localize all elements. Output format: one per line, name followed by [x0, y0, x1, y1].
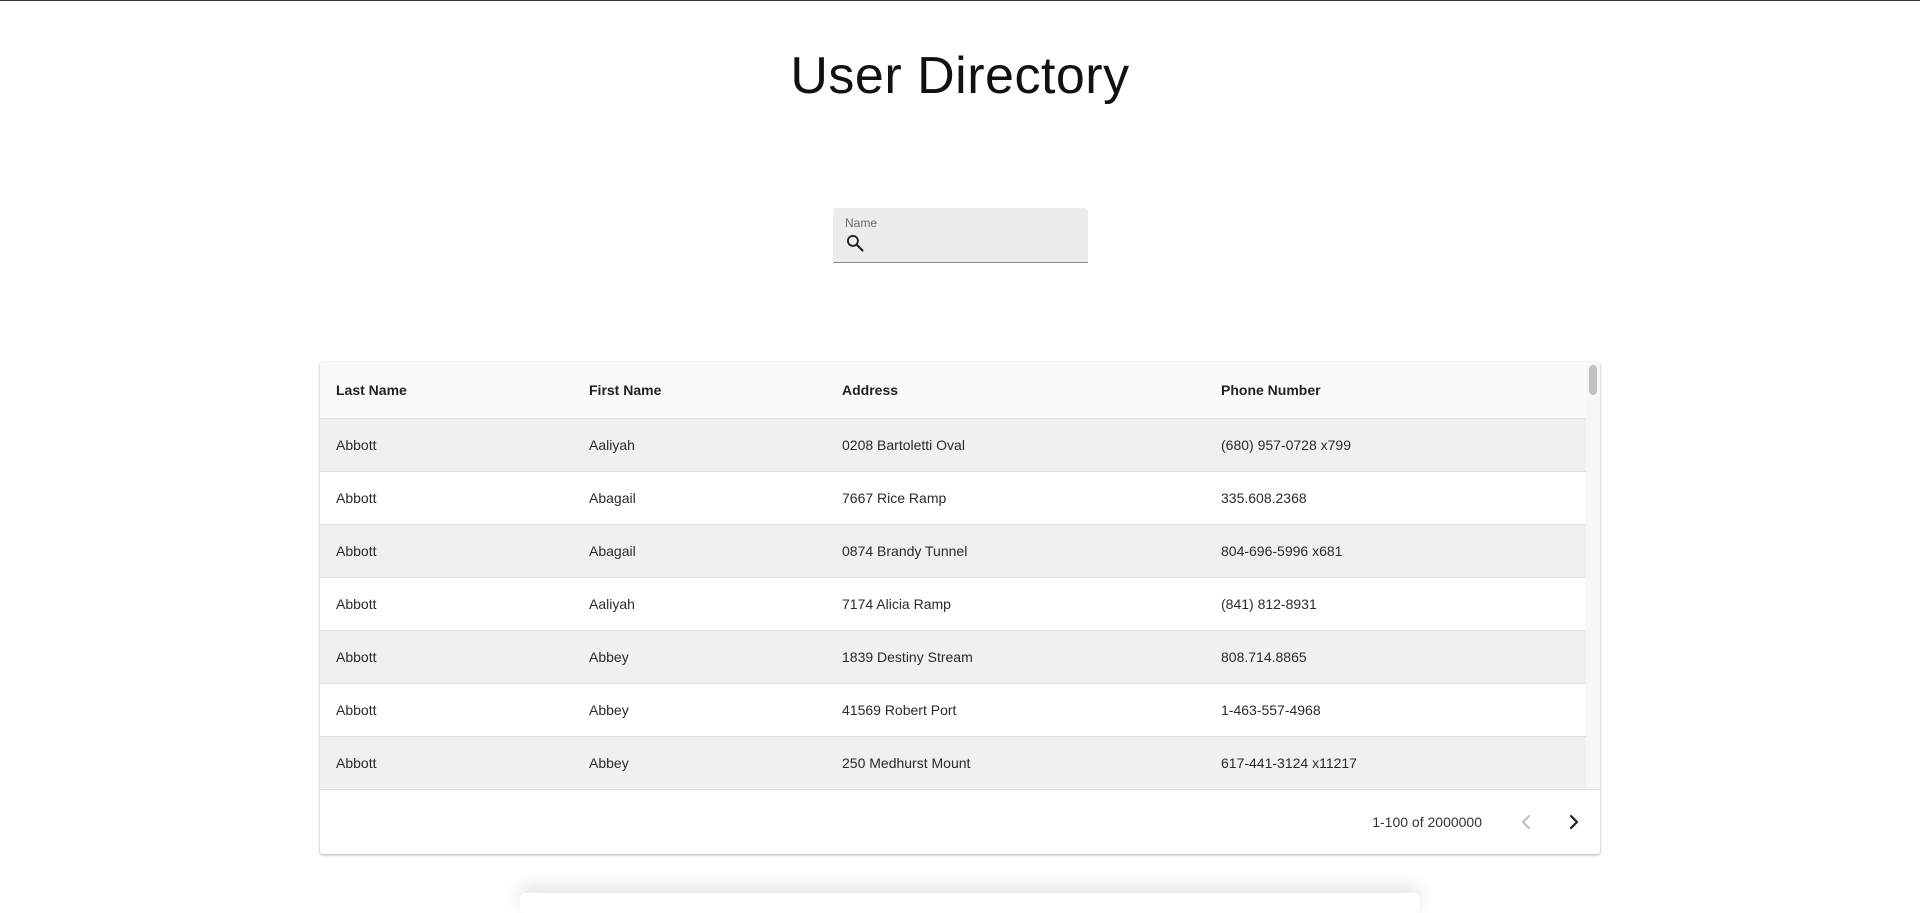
user-table: Last Name First Name Address Phone Numbe…	[320, 362, 1586, 789]
cell-address: 41569 Robert Port	[826, 683, 1205, 737]
column-header-phone-number[interactable]: Phone Number	[1205, 362, 1586, 419]
pagination-range-text: 1-100 of 2000000	[1372, 814, 1482, 830]
cell-first-name: Abbey	[573, 630, 826, 684]
cell-last-name: Abbott	[320, 683, 573, 737]
cell-last-name: Abbott	[320, 418, 573, 472]
table-header-row: Last Name First Name Address Phone Numbe…	[320, 362, 1586, 419]
cell-phone-number: 1-463-557-4968	[1205, 683, 1586, 737]
cell-address: 0874 Brandy Tunnel	[826, 524, 1205, 578]
table-scroll-area[interactable]: Last Name First Name Address Phone Numbe…	[320, 362, 1586, 789]
cell-address: 7174 Alicia Ramp	[826, 577, 1205, 631]
cell-address: 0208 Bartoletti Oval	[826, 418, 1205, 472]
column-header-last-name[interactable]: Last Name	[320, 362, 573, 419]
bottom-panel-edge	[520, 893, 1420, 913]
page-title: User Directory	[790, 47, 1130, 105]
vertical-scrollbar[interactable]	[1586, 362, 1600, 789]
table-row[interactable]: Abbott Abbey 1839 Destiny Stream 808.714…	[320, 630, 1586, 684]
scrollbar-thumb[interactable]	[1589, 365, 1597, 395]
cell-first-name: Abbey	[573, 736, 826, 789]
cell-phone-number: 804-696-5996 x681	[1205, 524, 1586, 578]
cell-last-name: Abbott	[320, 630, 573, 684]
search-label: Name	[845, 216, 878, 230]
cell-first-name: Abagail	[573, 471, 826, 525]
window-top-border	[0, 0, 1920, 1]
cell-phone-number: 335.608.2368	[1205, 471, 1586, 525]
cell-phone-number: (841) 812-8931	[1205, 577, 1586, 631]
user-table-card: Last Name First Name Address Phone Numbe…	[320, 362, 1600, 854]
cell-last-name: Abbott	[320, 736, 573, 789]
pagination-footer: 1-100 of 2000000	[320, 789, 1600, 854]
cell-last-name: Abbott	[320, 524, 573, 578]
cell-first-name: Abbey	[573, 683, 826, 737]
chevron-right-icon	[1558, 814, 1590, 841]
table-row[interactable]: Abbott Aaliyah 0208 Bartoletti Oval (680…	[320, 418, 1586, 472]
table-row[interactable]: Abbott Abbey 250 Medhurst Mount 617-441-…	[320, 736, 1586, 789]
search-icon	[845, 233, 865, 253]
next-page-button[interactable]	[1558, 806, 1590, 838]
cell-phone-number: (680) 957-0728 x799	[1205, 418, 1586, 472]
cell-first-name: Abagail	[573, 524, 826, 578]
cell-last-name: Abbott	[320, 577, 573, 631]
table-row[interactable]: Abbott Abagail 0874 Brandy Tunnel 804-69…	[320, 524, 1586, 578]
table-row[interactable]: Abbott Abbey 41569 Robert Port 1-463-557…	[320, 683, 1586, 737]
cell-last-name: Abbott	[320, 471, 573, 525]
previous-page-button[interactable]	[1510, 806, 1542, 838]
column-header-first-name[interactable]: First Name	[573, 362, 826, 419]
table-row[interactable]: Abbott Aaliyah 7174 Alicia Ramp (841) 81…	[320, 577, 1586, 631]
cell-first-name: Aaliyah	[573, 418, 826, 472]
cell-first-name: Aaliyah	[573, 577, 826, 631]
cell-address: 1839 Destiny Stream	[826, 630, 1205, 684]
cell-phone-number: 617-441-3124 x11217	[1205, 736, 1586, 789]
name-search-field[interactable]: Name	[833, 208, 1088, 263]
search-input[interactable]	[873, 232, 1073, 254]
cell-phone-number: 808.714.8865	[1205, 630, 1586, 684]
column-header-address[interactable]: Address	[826, 362, 1205, 419]
cell-address: 250 Medhurst Mount	[826, 736, 1205, 789]
chevron-left-icon	[1510, 815, 1542, 841]
table-row[interactable]: Abbott Abagail 7667 Rice Ramp 335.608.23…	[320, 471, 1586, 525]
cell-address: 7667 Rice Ramp	[826, 471, 1205, 525]
